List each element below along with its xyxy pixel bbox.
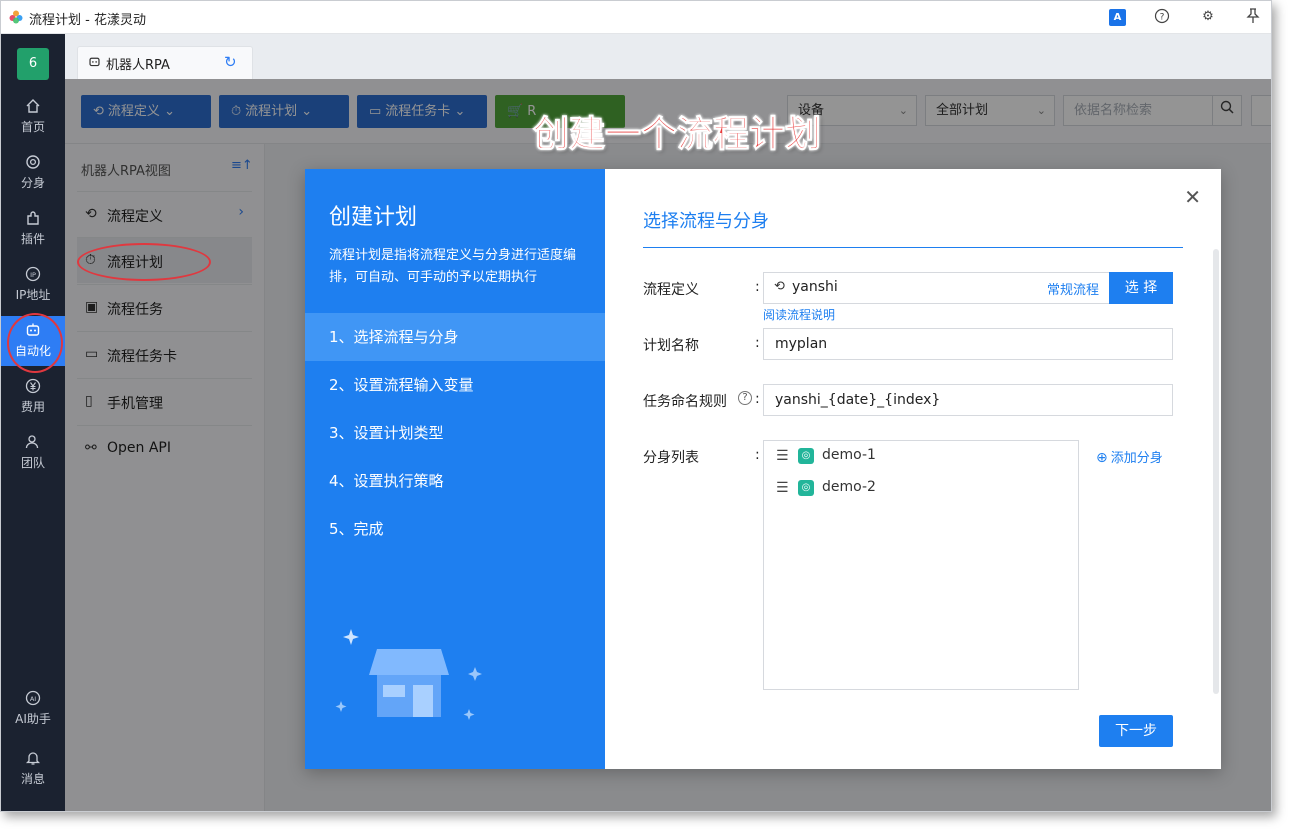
svg-text:IP: IP	[30, 271, 36, 279]
puzzle-icon	[24, 210, 42, 228]
field-colon: :	[755, 447, 760, 463]
nav-item-home[interactable]: 首页	[1, 92, 65, 142]
step-4: 4、设置执行策略	[329, 472, 444, 490]
svg-text:?: ?	[1160, 13, 1165, 23]
home-icon	[24, 98, 42, 116]
annotation-caption: 创建一个流程计划	[532, 114, 822, 156]
flow-type-tag: 常规流程	[1046, 283, 1099, 298]
bell-icon	[24, 750, 42, 768]
scrollbar[interactable]	[1213, 249, 1219, 694]
nav-item-browser[interactable]: 分身	[1, 148, 65, 198]
translate-icon[interactable]: A	[1109, 9, 1126, 26]
field-colon: :	[755, 391, 760, 407]
tab-label: 机器人RPA	[106, 58, 170, 73]
ai-icon: AI	[24, 690, 42, 708]
dialog-steps-panel: 创建计划 流程计划是指将流程定义与分身进行适度编排，可自动、可手动的予以定期执行…	[305, 169, 605, 769]
drag-handle-icon[interactable]: ☰	[776, 480, 789, 496]
svg-text:AI: AI	[30, 695, 36, 703]
left-nav: 6 首页 分身 插件 IP IP地址 自动化 费用 团队 AI AI助手 消息	[1, 34, 65, 811]
browser-profile-icon: ◎	[798, 448, 814, 464]
nav-item-messages[interactable]: 消息	[1, 744, 65, 794]
dialog-form-panel: ✕ 选择流程与分身 流程定义 : ⟲ yanshi 常规流程 选 择 阅读流程说…	[605, 169, 1221, 769]
step-2: 2、设置流程输入变量	[329, 376, 474, 394]
flow-icon: ⟲	[774, 279, 785, 294]
flow-definition-field[interactable]: ⟲ yanshi 常规流程	[763, 272, 1109, 304]
profile-name: demo-1	[822, 447, 876, 463]
create-plan-dialog: 创建计划 流程计划是指将流程定义与分身进行适度编排，可自动、可手动的予以定期执行…	[305, 169, 1221, 769]
nav-item-billing[interactable]: 费用	[1, 372, 65, 422]
list-item[interactable]: ☰ ◎ demo-2	[776, 478, 1056, 502]
team-avatar[interactable]: 6	[17, 48, 49, 80]
nav-label-ai: AI助手	[15, 712, 51, 726]
nav-item-ai[interactable]: AI AI助手	[1, 684, 65, 734]
nav-item-plugin[interactable]: 插件	[1, 204, 65, 254]
next-step-button[interactable]: 下一步	[1099, 715, 1173, 747]
help-icon[interactable]: ?	[1153, 8, 1171, 26]
plus-circle-icon: ⊕	[1096, 450, 1108, 466]
select-flow-button[interactable]: 选 择	[1109, 272, 1173, 304]
nav-label-home: 首页	[20, 120, 45, 134]
step-5: 5、完成	[329, 520, 384, 538]
plan-name-input[interactable]: myplan	[763, 328, 1173, 360]
drag-handle-icon[interactable]: ☰	[776, 448, 789, 464]
step-1: 1、选择流程与分身	[305, 313, 605, 361]
nav-label-team: 团队	[20, 456, 45, 470]
ip-icon: IP	[24, 266, 42, 284]
team-icon	[24, 434, 42, 452]
naming-rule-field-label: 任务命名规则	[643, 394, 727, 410]
window-title: 流程计划 - 花漾灵动	[29, 13, 146, 28]
robot-icon	[88, 55, 101, 71]
nav-label-messages: 消息	[20, 772, 45, 786]
nav-label-plugin: 插件	[20, 232, 45, 246]
plan-name-field-label: 计划名称	[643, 338, 699, 354]
tab-rpa[interactable]: 机器人RPA ↻	[77, 46, 253, 79]
step-3: 3、设置计划类型	[329, 424, 444, 442]
app-logo-icon	[9, 10, 23, 24]
profile-list-field-label: 分身列表	[643, 450, 699, 466]
dialog-title: 创建计划	[329, 205, 418, 230]
add-profile-button[interactable]: ⊕ 添加分身	[1096, 447, 1163, 466]
flow-definition-field-label: 流程定义	[643, 282, 699, 298]
profile-list: ☰ ◎ demo-1 ☰ ◎ demo-2	[763, 440, 1079, 690]
annotation-circle-flow-plan	[77, 243, 211, 281]
nav-item-team[interactable]: 团队	[1, 428, 65, 478]
title-bar: 流程计划 - 花漾灵动 A ? ⚙	[1, 1, 1271, 34]
annotation-circle-automation	[7, 313, 63, 373]
naming-rule-input[interactable]: yanshi_{date}_{index}	[763, 384, 1173, 416]
gear-icon[interactable]: ⚙	[1199, 8, 1217, 26]
read-flow-docs-link[interactable]: 阅读流程说明	[763, 306, 835, 323]
field-colon: :	[755, 335, 760, 351]
help-icon[interactable]: ?	[738, 391, 752, 405]
nav-item-ip[interactable]: IP IP地址	[1, 260, 65, 310]
browser-icon	[24, 154, 42, 172]
pin-icon[interactable]	[1244, 8, 1262, 26]
nav-label-billing: 费用	[20, 400, 45, 414]
profile-name: demo-2	[822, 479, 876, 495]
title-divider	[643, 247, 1183, 248]
add-profile-label: 添加分身	[1110, 451, 1163, 466]
list-item[interactable]: ☰ ◎ demo-1	[776, 446, 1056, 470]
yen-icon	[24, 378, 42, 396]
flow-definition-value: yanshi	[792, 279, 838, 295]
store-illustration-icon	[335, 629, 482, 720]
app-window: 流程计划 - 花漾灵动 A ? ⚙ 6 首页 分身 插件 IP IP地址 自动化…	[0, 0, 1272, 812]
tab-strip: 机器人RPA ↻	[65, 34, 1271, 79]
nav-label-browser: 分身	[20, 176, 45, 190]
nav-label-ip: IP地址	[15, 288, 51, 302]
refresh-icon[interactable]: ↻	[224, 53, 237, 71]
field-colon: :	[755, 279, 760, 295]
dialog-description: 流程计划是指将流程定义与分身进行适度编排，可自动、可手动的予以定期执行	[329, 248, 577, 285]
close-icon[interactable]: ✕	[1184, 185, 1201, 209]
browser-profile-icon: ◎	[798, 480, 814, 496]
form-section-title: 选择流程与分身	[643, 211, 769, 232]
